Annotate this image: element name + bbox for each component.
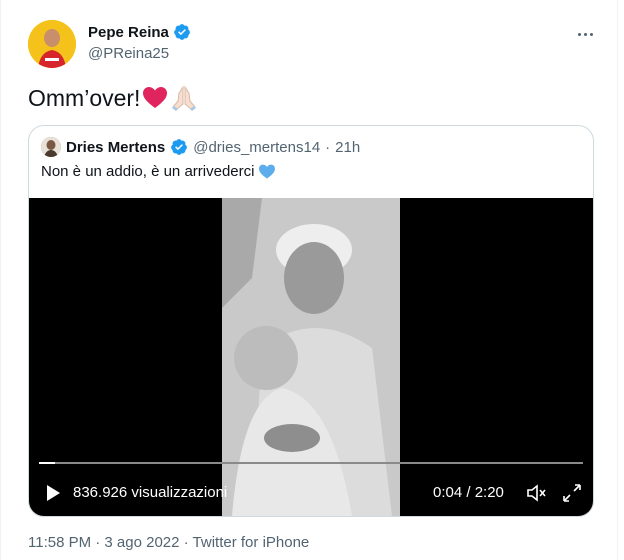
verified-badge-icon [171, 139, 188, 155]
blue-heart-emoji-icon [259, 164, 276, 179]
quoted-text-content: Non è un addio, è un arrivederci [41, 163, 255, 180]
verified-badge-icon [174, 24, 190, 40]
mute-icon[interactable] [525, 482, 547, 504]
dot-icon [589, 32, 593, 36]
dot-icon [577, 32, 581, 36]
video-player[interactable]: 836.926 visualizzazioni 0:04 / 2:20 [29, 198, 593, 516]
quoted-text: Non è un addio, è un arrivederci [41, 163, 276, 180]
tweet-text-content: Omm’over! [28, 84, 141, 111]
author-name-row[interactable]: Pepe Reina [88, 23, 191, 41]
tweet-card: Pepe Reina @PReina25 Omm’over! Dries Mer… [0, 0, 618, 560]
tweet-timestamp-source[interactable]: 11:58 PM · 3 ago 2022 · Twitter for iPho… [28, 534, 309, 551]
quoted-author-handle[interactable]: @dries_mertens14 [193, 139, 320, 156]
view-count: 836.926 visualizzazioni [73, 484, 228, 501]
tweet-text: Omm’over! [28, 84, 198, 112]
quoted-author-name[interactable]: Dries Mertens [66, 139, 165, 156]
dot-icon [583, 32, 587, 36]
author-name[interactable]: Pepe Reina [88, 24, 169, 41]
video-progress-fill [39, 462, 56, 464]
video-frame[interactable] [222, 198, 400, 516]
play-icon[interactable] [45, 484, 61, 502]
meta-separator: · [325, 138, 331, 156]
author-handle[interactable]: @PReina25 [88, 45, 169, 62]
avatar-image [28, 20, 76, 68]
quoted-header: Dries Mertens @dries_mertens14 · 21h [41, 137, 360, 157]
video-time: 0:04 / 2:20 [433, 484, 504, 501]
video-progress-bar[interactable] [39, 462, 583, 464]
quoted-avatar-image [41, 137, 61, 157]
quoted-tweet[interactable]: Dries Mertens @dries_mertens14 · 21h Non… [28, 125, 594, 517]
heart-emoji-icon [143, 87, 168, 108]
more-options-button[interactable] [573, 24, 597, 44]
author-avatar[interactable] [28, 20, 76, 68]
quoted-author-avatar[interactable] [41, 137, 61, 157]
folded-hands-emoji-icon [172, 85, 197, 111]
quoted-time[interactable]: 21h [335, 139, 360, 156]
video-controls: 836.926 visualizzazioni 0:04 / 2:20 [29, 476, 593, 510]
video-thumbnail [222, 198, 400, 516]
fullscreen-icon[interactable] [561, 482, 583, 504]
